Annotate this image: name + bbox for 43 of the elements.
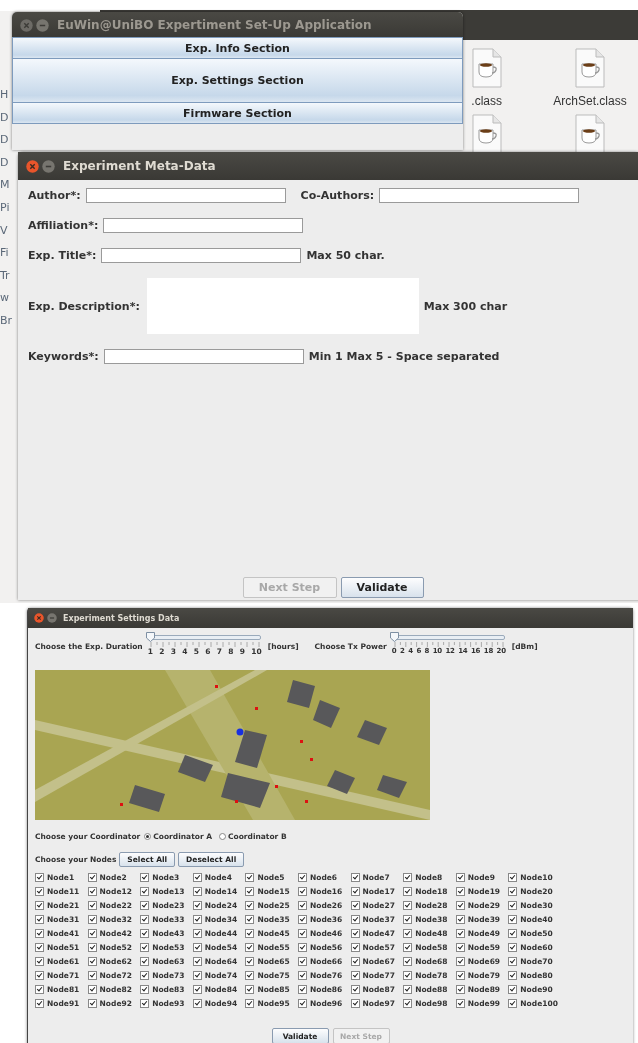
sidebar-item[interactable]: H: [0, 84, 13, 107]
window-title: Experiment Settings Data: [63, 613, 180, 623]
sidebar-item[interactable]: Tr: [0, 264, 13, 288]
coffee-cup-file-icon: [472, 114, 502, 154]
close-button[interactable]: [26, 159, 39, 173]
input-field[interactable]: [379, 188, 580, 203]
field-label: Affiliation*:: [28, 219, 99, 232]
minimize-button[interactable]: [47, 613, 57, 623]
field-label: Exp. Description*:: [28, 299, 140, 313]
close-button[interactable]: [34, 613, 44, 623]
slider-thumb[interactable]: [145, 632, 155, 642]
file-item[interactable]: .class: [462, 48, 502, 108]
coffee-cup-file-icon: [575, 48, 605, 88]
field-label: Co-Authors:: [300, 189, 375, 202]
hint-text: Min 1 Max 5 - Space separated: [308, 350, 500, 363]
input-field[interactable]: [101, 248, 302, 263]
sidebar-item[interactable]: Fi: [0, 242, 13, 265]
minimize-button[interactable]: [42, 159, 55, 173]
field-label: Author*:: [28, 189, 81, 202]
coffee-cup-file-icon: [472, 48, 502, 88]
sidebar-item[interactable]: D: [0, 151, 13, 175]
sidebar-item[interactable]: w: [0, 287, 13, 310]
field-label: Exp. Title*:: [28, 249, 97, 262]
sidebar-item[interactable]: D: [0, 129, 13, 152]
sidebar-item[interactable]: D: [0, 106, 13, 130]
slider-thumb[interactable]: [389, 632, 399, 642]
field-label: Keywords*:: [28, 350, 99, 363]
validate-button[interactable]: Validate: [340, 577, 424, 598]
input-field[interactable]: [85, 188, 286, 203]
hint-text: Max 50 char.: [306, 249, 385, 262]
slider-track[interactable]: [146, 632, 263, 641]
hint-text: Max 300 char: [423, 299, 508, 313]
file-item[interactable]: ArchSet.class: [540, 48, 638, 108]
sidebar-item[interactable]: Br: [0, 309, 13, 333]
window-title: EuWin@UniBO Expertiment Set-Up Application: [57, 18, 372, 32]
slider-track[interactable]: [390, 632, 507, 641]
window-title: Experiment Meta-Data: [63, 159, 216, 173]
coffee-cup-file-icon: [575, 114, 605, 154]
sidebar-item[interactable]: M: [0, 174, 13, 197]
sidebar-item[interactable]: Pi: [0, 196, 13, 220]
input-field[interactable]: [103, 218, 304, 233]
input-field[interactable]: [103, 349, 304, 364]
sidebar-item[interactable]: V: [0, 219, 13, 243]
